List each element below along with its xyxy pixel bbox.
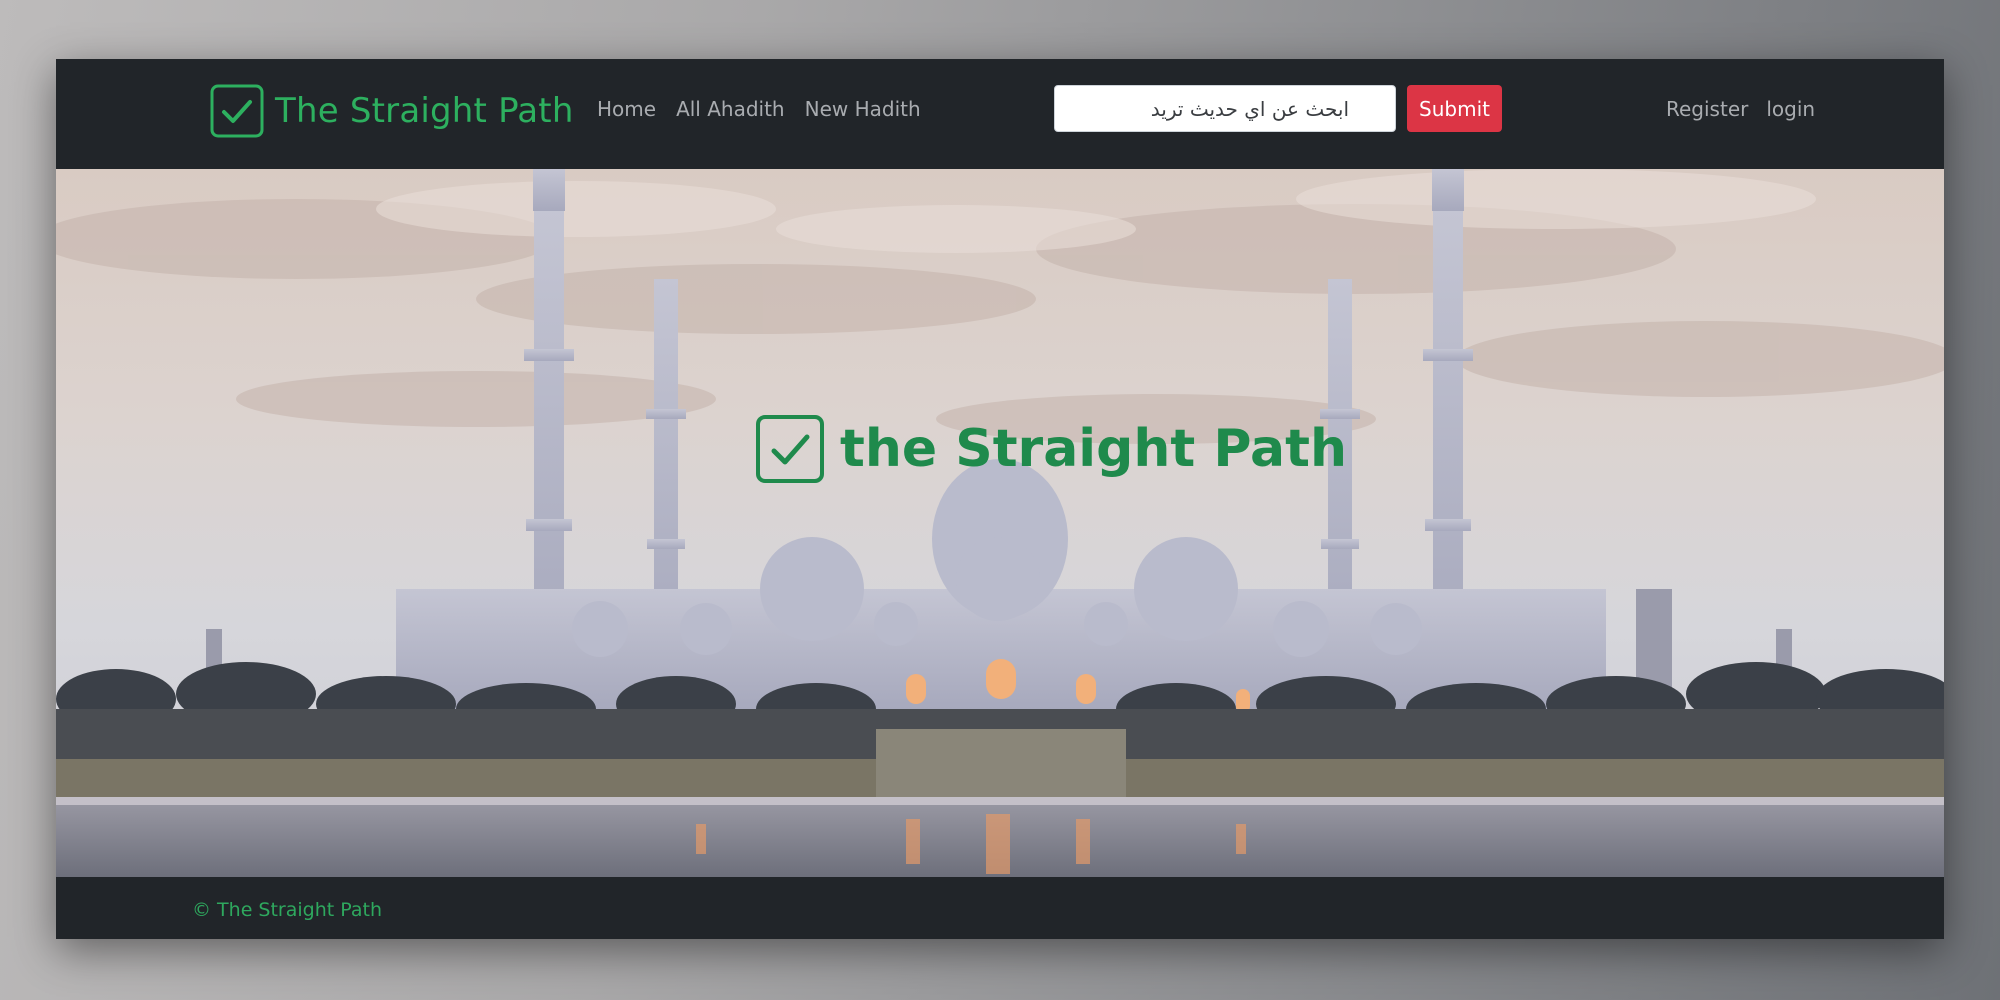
check-square-icon	[210, 84, 264, 138]
search-form: Submit	[1054, 85, 1502, 132]
footer-copyright: © The Straight Path	[192, 899, 382, 921]
nav-all-ahadith[interactable]: All Ahadith	[676, 97, 785, 121]
search-input[interactable]	[1054, 85, 1396, 132]
hero-title: the Straight Path	[756, 414, 1347, 484]
browser-window: The Straight Path Home All Ahadith New H…	[56, 59, 1944, 939]
check-square-icon	[756, 415, 824, 483]
brand-name: The Straight Path	[275, 91, 574, 131]
brand-link[interactable]: The Straight Path	[210, 81, 574, 141]
register-link[interactable]: Register	[1666, 97, 1748, 121]
mosque-background-image	[56, 169, 1944, 877]
nav-new-hadith[interactable]: New Hadith	[805, 97, 921, 121]
nav-links: Home All Ahadith New Hadith	[597, 97, 921, 121]
navbar: The Straight Path Home All Ahadith New H…	[56, 59, 1944, 169]
login-link[interactable]: login	[1766, 97, 1815, 121]
footer: © The Straight Path	[56, 877, 1944, 939]
submit-button[interactable]: Submit	[1407, 85, 1502, 132]
nav-home[interactable]: Home	[597, 97, 656, 121]
auth-links: Register login	[1666, 97, 1815, 121]
hero-banner: the Straight Path	[56, 169, 1944, 877]
hero-heading: the Straight Path	[840, 419, 1347, 479]
